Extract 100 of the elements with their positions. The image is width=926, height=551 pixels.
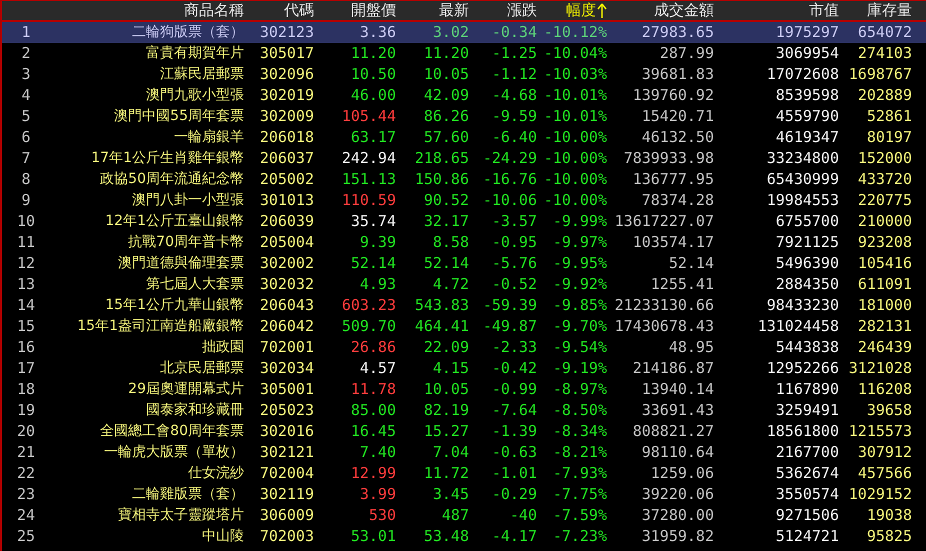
product-name: 全國總工會80周年套票 [100,422,244,441]
table-row[interactable]: 17 北京民居郵票 302034 4.57 4.15 -0.42 -9.19% 214186.87 12952266 3121028 [2,358,926,379]
open-price: 10.50 [350,64,396,86]
stock-quantity: 202889 [858,85,912,106]
table-row[interactable]: 24 寶相寺太子靈蹤塔片 306009 530 487 -40 -7.59% 37280.00 9271506 19038 [2,505,926,526]
table-row[interactable]: 6 一輪扇銀羊 206018 63.17 57.60 -6.40 -10.00% 46132.50 4619347 80197 [2,127,926,148]
open-price: 53.01 [350,526,396,548]
row-number: 4 [21,85,31,106]
row-number: 16 [16,337,36,358]
price-change: -49.87 [482,316,537,338]
stock-quantity: 52861 [866,106,912,128]
table-row[interactable]: 4 澳門九歌小型張 302019 46.00 42.09 -4.68 -10.01% 139760.92 8539598 202889 [2,85,926,106]
table-row[interactable]: 23 二輪雞版票（套） 302119 3.99 3.45 -0.29 -7.75% 39220.06 3550574 1029152 [2,484,926,505]
market-value: 12952266 [766,358,839,380]
product-code: 206037 [260,148,314,170]
column-header[interactable]: 市值 [809,0,839,22]
latest-price: 90.52 [424,190,469,212]
price-change: -24.29 [482,148,537,170]
latest-price: 22.09 [424,337,469,358]
column-header[interactable]: 漲跌 [507,0,537,22]
price-change: -16.76 [482,169,537,190]
column-header[interactable]: 代碼 [284,0,314,22]
price-change: -2.33 [492,337,537,358]
column-header[interactable]: 庫存量 [867,0,912,22]
market-value: 9271506 [776,505,839,526]
table-row[interactable]: 8 政協50周年流通紀念幣 205002 151.13 150.86 -16.76 -10.00% 136777.95 65430999 433720 [2,169,926,190]
row-number: 14 [16,295,36,316]
product-code: 305001 [260,379,314,400]
turnover: 48.95 [668,337,714,358]
table-row[interactable]: 13 第七屆人大套票 302032 4.93 4.72 -0.52 -9.92% 1255.41 2884350 611091 [2,274,926,295]
row-number: 6 [21,127,31,148]
turnover: 31959.82 [642,526,714,548]
table-row[interactable]: 25 中山陵 702003 53.01 53.48 -4.17 -7.23% 31959.82 5124721 95825 [2,526,926,547]
product-code: 206042 [260,316,314,338]
market-value: 7921125 [776,232,839,254]
table-row[interactable]: 10 12年1公斤五臺山銀幣 206039 35.74 32.17 -3.57 -9.99% 13617227.07 6755700 210000 [2,211,926,232]
row-number: 22 [16,463,36,484]
table-row[interactable]: 14 15年1公斤九華山銀幣 206043 603.23 543.83 -59.39 -9.85% 21233130.66 98433230 181000 [2,295,926,316]
stock-quantity: 152000 [858,148,912,170]
table-row[interactable]: 20 全國總工會80周年套票 302016 16.45 15.27 -1.39 -8.34% 808821.27 18561800 1215573 [2,421,926,442]
row-number: 15 [16,316,36,338]
column-header[interactable]: 成交金額 [654,0,714,22]
price-change: -1.01 [492,463,537,484]
table-row[interactable]: 16 拙政園 702001 26.86 22.09 -2.33 -9.54% 48.95 5443838 246439 [2,337,926,358]
change-percent: -7.93% [552,463,607,484]
product-code: 302119 [260,484,314,506]
open-price: 4.57 [360,358,396,380]
change-percent: -9.54% [552,337,607,358]
turnover: 7839933.98 [624,148,714,170]
market-value: 17072608 [766,64,839,86]
table-row[interactable]: 19 國泰家和珍藏冊 205023 85.00 82.19 -7.64 -8.50% 33691.43 3259491 39658 [2,400,926,421]
product-code: 206043 [260,295,314,316]
stock-quantity: 1698767 [848,64,912,86]
latest-price: 4.15 [432,358,469,380]
change-percent: -9.19% [552,358,607,380]
market-value: 8539598 [776,85,839,106]
table-row[interactable]: 21 一輪虎大版票（單枚） 302121 7.40 7.04 -0.63 -8.21% 98110.64 2167700 307912 [2,442,926,463]
table-row[interactable]: 9 澳門八卦一小型張 301013 110.59 90.52 -10.06 -10.00% 78374.28 19984553 220775 [2,190,926,211]
price-change: -0.52 [492,274,537,296]
product-code: 206039 [260,211,314,232]
table-row[interactable]: 2 富貴有期賀年片 305017 11.20 11.20 -1.25 -10.04% 287.99 3069954 274103 [2,43,926,64]
column-header[interactable]: 開盤價 [351,0,396,22]
open-price: 530 [368,505,396,526]
change-percent: -10.00% [544,127,607,148]
table-row[interactable]: 7 17年1公斤生肖雞年銀幣 206037 242.94 218.65 -24.29 -10.00% 7839933.98 33234800 152000 [2,148,926,169]
product-name: 國泰家和珍藏冊 [146,401,244,420]
latest-price: 52.14 [424,253,469,274]
change-percent: -10.01% [544,85,607,106]
table-row[interactable]: 15 15年1盎司江南造船廠銀幣 206042 509.70 464.41 -49.87 -9.70% 17430678.43 131024458 282131 [2,316,926,337]
table-row[interactable]: 22 仕女浣紗 702004 12.99 11.72 -1.01 -7.93% 1259.06 5362674 457566 [2,463,926,484]
table-row[interactable]: 12 澳門道德與倫理套票 302002 52.14 52.14 -5.76 -9.95% 52.14 5496390 105416 [2,253,926,274]
table-row[interactable]: 3 江蘇民居郵票 302096 10.50 10.05 -1.12 -10.03% 39681.83 17072608 1698767 [2,64,926,85]
table-row[interactable]: 11 抗戰70周年普卡幣 205004 9.39 8.58 -0.95 -9.97% 103574.17 7921125 923208 [2,232,926,253]
latest-price: 150.86 [414,169,469,190]
table-row[interactable]: 1 二輪狗版票（套） 302123 3.36 3.02 -0.34 -10.12% 27983.65 1975297 654072 [2,22,926,43]
table-row[interactable]: 5 澳門中國55周年套票 302009 105.44 86.26 -9.59 -10.01% 15420.71 4559790 52861 [2,106,926,127]
stock-quantity: 654072 [858,22,912,44]
latest-price: 82.19 [424,400,469,422]
latest-price: 57.60 [424,127,469,148]
product-name: 政協50周年流通紀念幣 [100,170,244,189]
column-header[interactable]: 最新 [439,0,469,22]
column-header[interactable]: 商品名稱 [184,0,244,22]
turnover: 1259.06 [650,463,714,484]
change-percent: -10.00% [544,190,607,212]
change-percent: -7.59% [552,505,607,526]
price-change: -1.25 [492,43,537,64]
turnover: 13617227.07 [614,211,714,232]
latest-price: 32.17 [424,211,469,232]
column-header[interactable]: 幅度 [566,0,607,22]
product-name: 29屆奧運開幕式片 [128,380,244,399]
turnover: 139760.92 [632,85,714,106]
open-price: 52.14 [350,253,396,274]
market-value: 18561800 [766,421,839,442]
price-change: -1.12 [492,64,537,86]
open-price: 12.99 [350,463,396,484]
open-price: 3.99 [360,484,396,506]
stock-quantity: 116208 [858,379,912,400]
table-row[interactable]: 18 29屆奧運開幕式片 305001 11.78 10.05 -0.99 -8.97% 13940.14 1167890 116208 [2,379,926,400]
product-code: 302032 [260,274,314,296]
open-price: 242.94 [342,148,396,170]
